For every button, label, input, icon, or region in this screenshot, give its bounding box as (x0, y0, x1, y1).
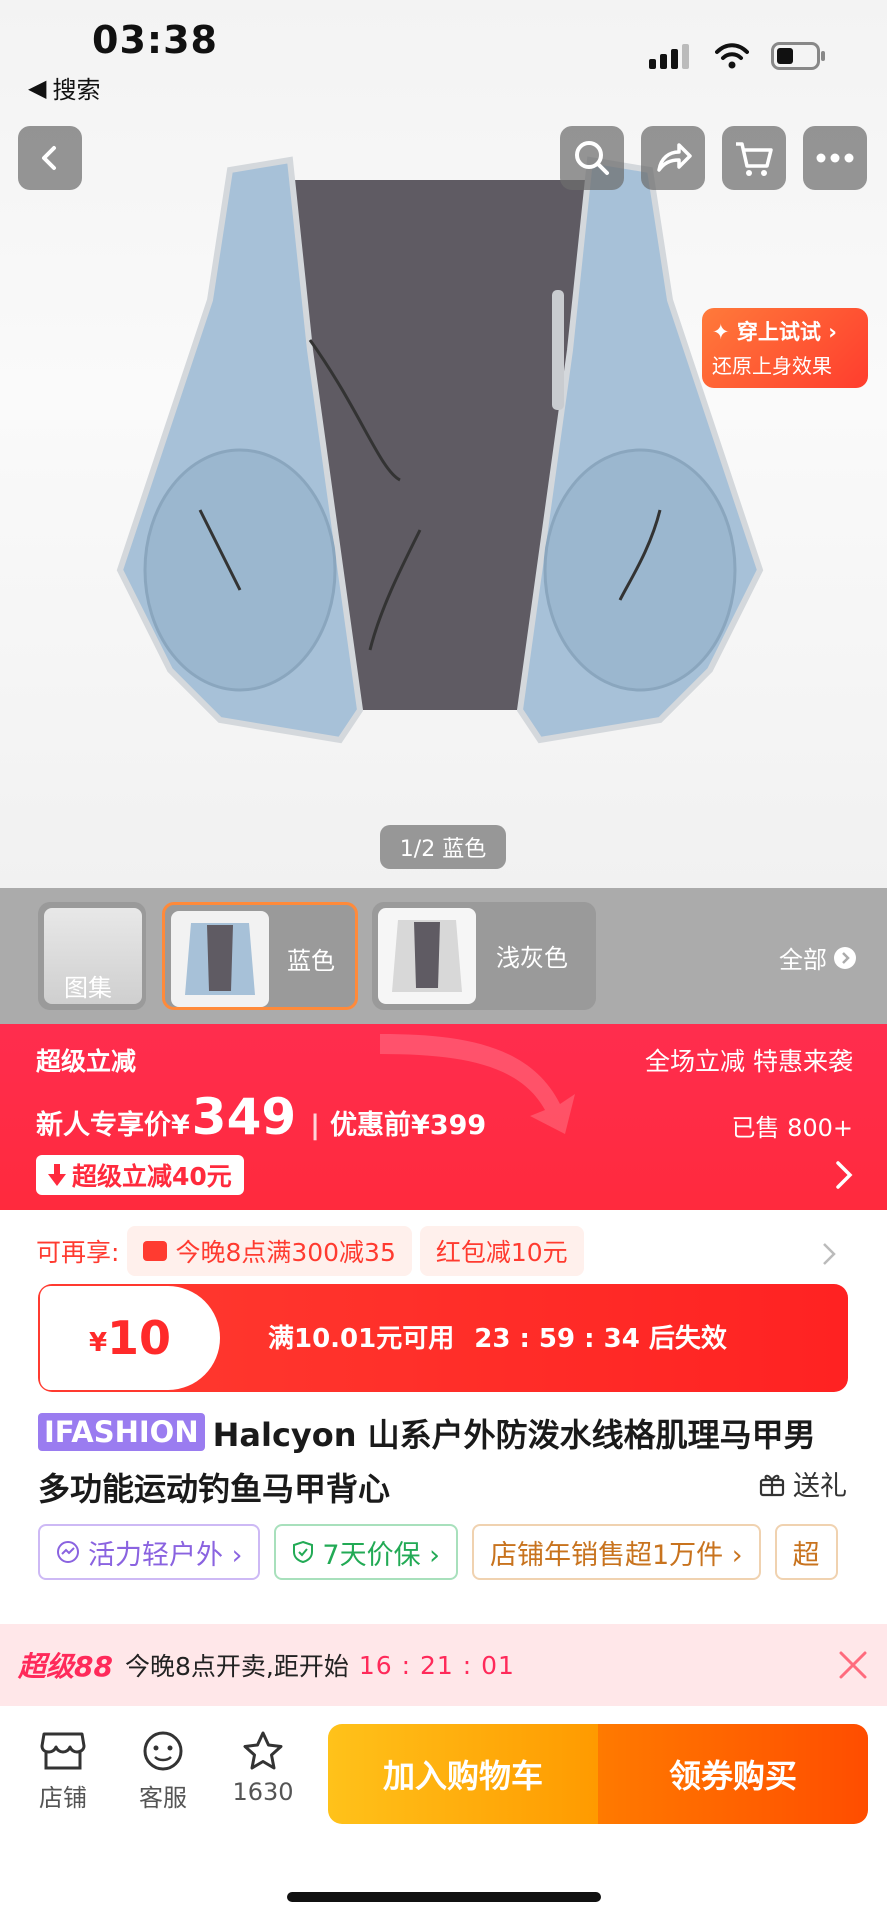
product-tags: 活力轻户外 › 7天价保 › 店铺年销售超1万件 › 超 (38, 1524, 838, 1580)
shop-label: 店铺 (39, 1784, 87, 1812)
brand-tag: IFASHION (38, 1413, 205, 1451)
star-icon (243, 1731, 283, 1770)
share-button[interactable] (641, 126, 705, 190)
coupon-icon (143, 1241, 168, 1261)
shop-button[interactable]: 店铺 (18, 1730, 108, 1813)
battery-icon (771, 42, 825, 70)
coupon-card[interactable]: ¥ 10 满10.01元可用 23 : 59 : 34 后失效 (38, 1284, 848, 1392)
coupon-chip-evening-label: 今晚8点满300减35 (175, 1238, 396, 1267)
cart-button[interactable] (722, 126, 786, 190)
tag-more[interactable]: 超 (774, 1524, 838, 1580)
service-button[interactable]: 客服 (118, 1730, 208, 1813)
customer-service-icon (143, 1731, 183, 1771)
view-all-label: 全部 (779, 946, 827, 974)
product-title: IFASHION Halcyon 山系户外防泼水线格肌理马甲男多功能运动钓鱼马甲背… (38, 1408, 838, 1516)
thumb-gallery-label: 图集 (64, 974, 112, 1002)
search-icon (575, 141, 609, 175)
view-all-variants[interactable]: 全部 (779, 940, 857, 975)
super88-logo: 超级88 (18, 1650, 113, 1683)
gift-label: 送礼 (793, 1471, 847, 1502)
product-image-gallery[interactable]: ✦ 穿上试试 › 还原上身效果 1/2 蓝色 (0, 0, 887, 888)
thumb-lightgray[interactable]: 浅灰色 (372, 902, 596, 1010)
tag-sales-label: 店铺年销售超1万件 › (489, 1539, 743, 1571)
try-on-subtitle: 还原上身效果 (712, 354, 832, 378)
shield-check-icon (293, 1540, 314, 1564)
favorite-button[interactable]: 1630 (218, 1730, 308, 1806)
thumb-blue[interactable]: 蓝色 (162, 902, 358, 1010)
super88-text: 今晚8点开卖,距开始 (124, 1652, 349, 1681)
discount-badge-label: 超级立减40元 (72, 1162, 232, 1191)
price-value: 349 (191, 1088, 297, 1146)
coupon-value: 10 (107, 1311, 172, 1365)
home-indicator[interactable] (287, 1892, 601, 1902)
share-icon (657, 143, 692, 172)
coupon-buy-button[interactable]: 领券购买 (598, 1724, 868, 1824)
status-time: 03:38 (92, 18, 218, 62)
original-price: 优惠前¥399 (330, 1110, 487, 1141)
service-label: 客服 (139, 1784, 187, 1812)
status-icons (649, 42, 827, 70)
tag-price-protect[interactable]: 7天价保 › (274, 1524, 458, 1580)
wifi-icon (715, 43, 749, 69)
tag-more-label: 超 (792, 1539, 820, 1571)
gift-icon (759, 1474, 785, 1496)
thumb-blue-label: 蓝色 (287, 947, 335, 975)
try-on-button[interactable]: ✦ 穿上试试 › 还原上身效果 (702, 308, 868, 388)
activity-icon (57, 1541, 79, 1563)
image-pager: 1/2 蓝色 (380, 825, 506, 869)
back-icon (42, 146, 56, 170)
tag-outdoor[interactable]: 活力轻户外 › (38, 1524, 261, 1580)
more-icon (816, 153, 854, 163)
promo-title: 超级立减 (36, 1047, 137, 1076)
variant-strip: 图集 蓝色 浅灰色 全部 (0, 888, 887, 1024)
thumb-lightgray-label: 浅灰色 (496, 944, 568, 972)
vest-product-image (116, 156, 764, 744)
coupon-prefix: 可再享: (36, 1238, 120, 1267)
discount-badge: 超级立减40元 (36, 1155, 244, 1195)
coupon-timer: 23 : 59 : 34 后失效 (474, 1324, 727, 1354)
back-triangle-icon: ◀ (28, 73, 47, 102)
search-button[interactable] (560, 126, 624, 190)
coupon-condition: 满10.01元可用 (268, 1324, 455, 1354)
chevron-right-icon (836, 1161, 853, 1189)
thumb-lightgray-image (378, 908, 476, 1004)
promo-slogan: 全场立减 特惠来袭 (645, 1047, 853, 1076)
add-to-cart-button[interactable]: 加入购物车 (328, 1724, 598, 1824)
favorite-count: 1630 (232, 1778, 294, 1806)
super88-countdown: 16 : 21 : 01 (358, 1650, 515, 1680)
coupon-row-chevron-icon[interactable] (822, 1242, 836, 1266)
coupon-amount: ¥ 10 (40, 1286, 220, 1390)
price-label: 新人专享价¥ (36, 1110, 190, 1141)
tag-sales[interactable]: 店铺年销售超1万件 › (471, 1524, 761, 1580)
thumb-blue-image (171, 911, 269, 1007)
return-label: 搜索 (52, 76, 101, 104)
close-icon[interactable] (838, 1650, 868, 1680)
back-button[interactable] (18, 126, 82, 190)
coupon-details: 满10.01元可用 23 : 59 : 34 后失效 (268, 1318, 727, 1355)
more-button[interactable] (803, 126, 867, 190)
coupon-chip-evening[interactable]: 今晚8点满300减35 (127, 1226, 412, 1276)
sold-count: 已售 800+ (731, 1114, 853, 1142)
new-user-price: 新人专享价¥ 349 | 优惠前¥399 (36, 1088, 487, 1146)
cellular-icon (649, 44, 689, 69)
extra-coupons[interactable]: 可再享: 今晚8点满300减35 红包减10元 (36, 1226, 584, 1276)
tag-outdoor-label: 活力轻户外 › (88, 1539, 243, 1571)
gift-button[interactable]: 送礼 (759, 1464, 847, 1503)
purchase-actions: 加入购物车 领券购买 (328, 1724, 868, 1824)
cart-icon (736, 142, 773, 176)
tag-price-protect-label: 7天价保 › (322, 1539, 440, 1571)
chevron-circle-icon (834, 946, 856, 969)
coupon-chip-redpacket-label: 红包减10元 (435, 1238, 568, 1267)
return-to-search[interactable]: ◀ 搜索 (28, 70, 100, 105)
coupon-currency: ¥ (88, 1328, 108, 1358)
coupon-chip-redpacket[interactable]: 红包减10元 (419, 1226, 584, 1276)
store-icon (40, 1732, 86, 1770)
bottom-action-bar: 店铺 客服 1630 加入购物车 领券购买 (0, 1706, 887, 1920)
promo-banner[interactable]: 超级立减 全场立减 特惠来袭 新人专享价¥ 349 | 优惠前¥399 已售 8… (0, 1024, 887, 1210)
try-on-title: ✦ 穿上试试 › (712, 320, 837, 344)
thumb-gallery[interactable]: 图集 (38, 902, 146, 1010)
super88-banner[interactable]: 超级88 今晚8点开卖,距开始 16 : 21 : 01 (0, 1624, 887, 1706)
down-arrow-icon (48, 1164, 66, 1186)
